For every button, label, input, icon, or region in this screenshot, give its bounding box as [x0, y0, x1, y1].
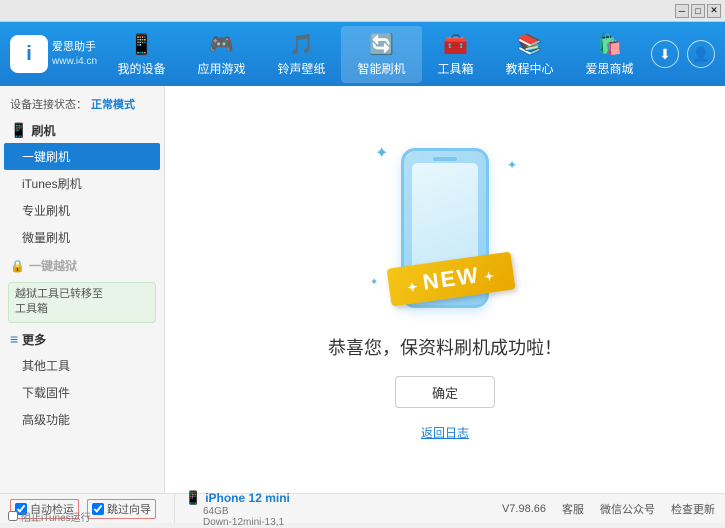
- window-controls[interactable]: ─ □ ✕: [675, 4, 721, 18]
- itunes-label: 阻止iTunes运行: [21, 509, 91, 524]
- sidebar-item-one-key-flash[interactable]: 一键刷机: [4, 143, 160, 170]
- sidebar-item-itunes-flash[interactable]: iTunes刷机: [0, 170, 164, 197]
- minimize-button[interactable]: ─: [675, 4, 689, 18]
- mall-icon: 🛍️: [597, 32, 622, 57]
- smart-flash-icon: 🔄: [369, 32, 394, 57]
- apps-games-label: 应用游戏: [197, 60, 245, 77]
- nav-items: 📱 我的设备 🎮 应用游戏 🎵 铃声壁纸 🔄 智能刷机 🧰 工具箱 📚 教程中心…: [100, 26, 651, 83]
- sidebar-item-advanced[interactable]: 高级功能: [0, 406, 164, 433]
- wechat-link[interactable]: 微信公众号: [600, 501, 655, 517]
- mall-label: 爱思商城: [586, 60, 634, 77]
- sidebar-section-flash: 📱 刷机 一键刷机 iTunes刷机 专业刷机 微量刷机: [0, 118, 164, 251]
- nav-apps-games[interactable]: 🎮 应用游戏: [181, 26, 261, 83]
- itunes-checkbox[interactable]: [8, 511, 18, 521]
- my-device-icon: 📱: [129, 32, 154, 57]
- skip-wizard-label: 跳过向导: [107, 501, 151, 517]
- download-button[interactable]: ⬇: [651, 40, 679, 68]
- section-flash-title: 📱 刷机: [0, 118, 164, 143]
- nav-tutorials[interactable]: 📚 教程中心: [490, 26, 570, 83]
- device-name: iPhone 12 mini: [205, 491, 290, 505]
- lock-icon: 🔒: [10, 259, 25, 273]
- logo-area: i 爱思助手 www.i4.cn: [10, 35, 100, 73]
- sparkle-icon-2: ✦: [507, 158, 517, 172]
- logo-text: 爱思助手 www.i4.cn: [52, 40, 97, 67]
- sidebar: 设备连接状态： 正常模式 📱 刷机 一键刷机 iTunes刷机 专业刷机 微量刷…: [0, 86, 165, 493]
- header-right: ⬇ 👤: [651, 40, 715, 68]
- bottom-right: V7.98.66 客服 微信公众号 检查更新: [502, 501, 715, 517]
- tutorials-icon: 📚: [517, 32, 542, 57]
- maximize-button[interactable]: □: [691, 4, 705, 18]
- itunes-bar: 阻止iTunes运行: [0, 509, 99, 523]
- back-link[interactable]: 返回日志: [421, 424, 469, 441]
- user-button[interactable]: 👤: [687, 40, 715, 68]
- sparkle-icon-1: ✦: [375, 143, 388, 163]
- section-jailbreak-title: 🔒 一键越狱: [0, 253, 164, 278]
- flash-section-icon: 📱: [10, 122, 27, 139]
- more-title-text: 更多: [22, 331, 46, 348]
- logo-icon: i: [10, 35, 48, 73]
- ringtones-icon: 🎵: [289, 32, 314, 57]
- version-text: V7.98.66: [502, 503, 546, 515]
- sidebar-item-download-firmware[interactable]: 下载固件: [0, 379, 164, 406]
- nav-ringtones[interactable]: 🎵 铃声壁纸: [261, 26, 341, 83]
- header: i 爱思助手 www.i4.cn 📱 我的设备 🎮 应用游戏 🎵 铃声壁纸 🔄 …: [0, 22, 725, 86]
- sidebar-item-pro-flash[interactable]: 专业刷机: [0, 197, 164, 224]
- confirm-button[interactable]: 确定: [395, 376, 495, 408]
- nav-toolbox[interactable]: 🧰 工具箱: [422, 26, 490, 83]
- phone-illustration: ✦ ✦ ✦ NEW: [365, 138, 525, 318]
- content-area: ✦ ✦ ✦ NEW 恭喜您，保资料刷机成功啦！ 确定 返回日志: [165, 86, 725, 493]
- jailbreak-notice: 越狱工具已转移至 工具箱: [8, 282, 156, 323]
- flash-title-text: 刷机: [31, 122, 55, 139]
- sidebar-item-other-tools[interactable]: 其他工具: [0, 352, 164, 379]
- success-area: ✦ ✦ ✦ NEW 恭喜您，保资料刷机成功啦！ 确定 返回日志: [328, 138, 562, 441]
- bottom-bar: 自动检运 跳过向导 📱 iPhone 12 mini 64GB Down-12m…: [0, 493, 725, 523]
- device-info: 📱 iPhone 12 mini 64GB Down-12mini-13,1: [175, 490, 300, 528]
- sparkle-icon-3: ✦: [370, 277, 378, 288]
- section-more-title: ≡ 更多: [0, 327, 164, 352]
- customer-service-link[interactable]: 客服: [562, 501, 584, 517]
- jailbreak-title-text: 一键越狱: [29, 257, 77, 274]
- nav-smart-flash[interactable]: 🔄 智能刷机: [341, 26, 421, 83]
- title-bar: ─ □ ✕: [0, 0, 725, 22]
- main-layout: 设备连接状态： 正常模式 📱 刷机 一键刷机 iTunes刷机 专业刷机 微量刷…: [0, 86, 725, 493]
- nav-my-device[interactable]: 📱 我的设备: [101, 26, 181, 83]
- sidebar-section-more: ≡ 更多 其他工具 下载固件 高级功能: [0, 327, 164, 433]
- check-update-link[interactable]: 检查更新: [671, 501, 715, 517]
- phone-speaker: [433, 157, 457, 161]
- logo-name: 爱思助手: [52, 40, 97, 54]
- apps-games-icon: 🎮: [209, 32, 234, 57]
- more-section-icon: ≡: [10, 331, 18, 347]
- tutorials-label: 教程中心: [506, 60, 554, 77]
- toolbox-icon: 🧰: [443, 32, 468, 57]
- status-value: 正常模式: [91, 96, 135, 112]
- status-label: 设备连接状态：: [10, 96, 87, 112]
- my-device-label: 我的设备: [117, 60, 165, 77]
- smart-flash-label: 智能刷机: [357, 60, 405, 77]
- status-bar: 设备连接状态： 正常模式: [0, 92, 164, 118]
- close-button[interactable]: ✕: [707, 4, 721, 18]
- sidebar-item-save-flash[interactable]: 微量刷机: [0, 224, 164, 251]
- sidebar-section-jailbreak: 🔒 一键越狱 越狱工具已转移至 工具箱: [0, 253, 164, 323]
- device-storage: 64GB: [185, 506, 290, 517]
- device-version: Down-12mini-13,1: [185, 517, 290, 528]
- nav-mall[interactable]: 🛍️ 爱思商城: [570, 26, 650, 83]
- phone-small-icon: 📱: [185, 490, 201, 506]
- toolbox-label: 工具箱: [438, 60, 474, 77]
- success-text: 恭喜您，保资料刷机成功啦！: [328, 334, 562, 360]
- ringtones-label: 铃声壁纸: [277, 60, 325, 77]
- logo-url: www.i4.cn: [52, 55, 97, 68]
